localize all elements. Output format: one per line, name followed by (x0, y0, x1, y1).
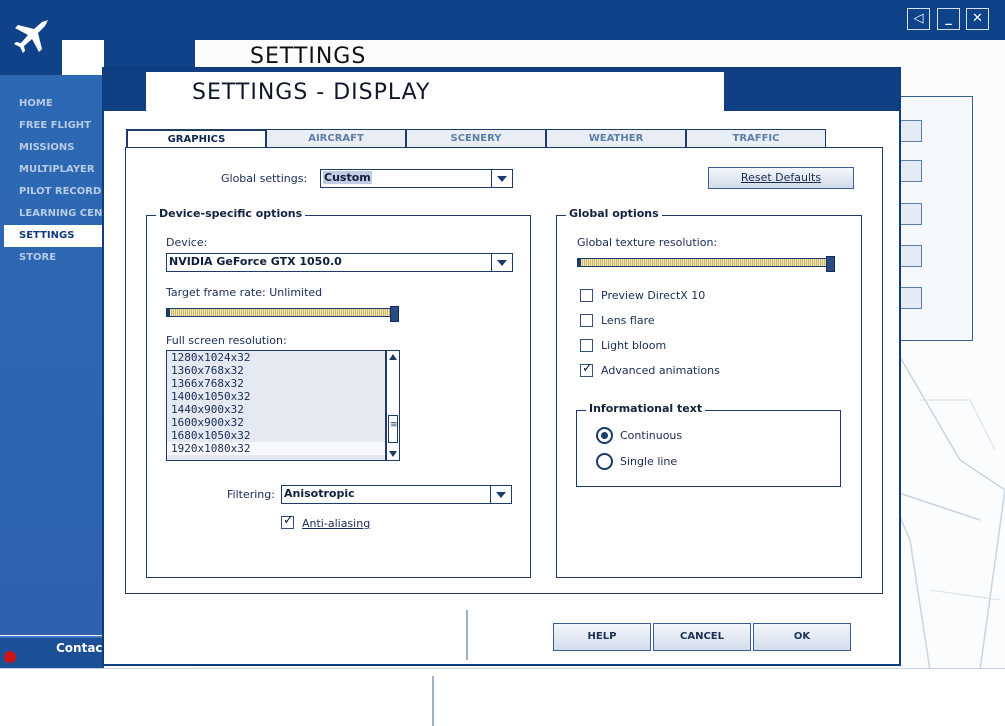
sidebar-item-multiplayer[interactable]: MULTIPLAYER (0, 159, 104, 181)
global-settings-select[interactable]: Custom (320, 169, 513, 188)
tab-scenery[interactable]: SCENERY (406, 129, 546, 148)
preview-directx10-label[interactable]: Preview DirectX 10 (601, 289, 705, 302)
list-item[interactable]: 1366x768x32 (167, 377, 385, 390)
lens-flare-label[interactable]: Lens flare (601, 314, 655, 327)
device-select[interactable]: NVIDIA GeForce GTX 1050.0 (166, 253, 513, 272)
divider (466, 610, 468, 660)
informational-text-title: Informational text (586, 402, 706, 415)
chevron-down-icon[interactable] (491, 170, 512, 187)
sidebar-item-store[interactable]: STORE (0, 247, 104, 269)
global-group-title: Global options (566, 207, 662, 220)
scrollbar-thumb[interactable] (388, 415, 398, 443)
contact-bar[interactable]: Contact (0, 636, 108, 670)
airplane-icon (14, 20, 48, 53)
app-title-bar (0, 0, 1005, 40)
sound-button[interactable]: ◁ (907, 8, 930, 30)
checkmark-icon: ✓ (582, 361, 593, 376)
slider-thumb[interactable] (826, 256, 835, 272)
dialog-header: SETTINGS - DISPLAY (104, 69, 899, 111)
dialog-title-box: SETTINGS - DISPLAY (146, 72, 724, 111)
reset-defaults-button[interactable]: Reset Defaults (708, 167, 854, 189)
tab-aircraft[interactable]: AIRCRAFT (266, 129, 406, 148)
background-panel-button (898, 203, 922, 225)
device-group-title: Device-specific options (156, 207, 306, 220)
sidebar-item-home[interactable]: HOME (0, 93, 104, 115)
full-screen-resolution-label: Full screen resolution: (166, 334, 287, 347)
cancel-button[interactable]: CANCEL (653, 623, 751, 651)
list-item[interactable]: 1440x900x32 (167, 403, 385, 416)
app-logo (0, 0, 62, 75)
single-line-label[interactable]: Single line (620, 455, 677, 468)
scroll-up-icon[interactable] (389, 354, 397, 360)
filtering-value: Anisotropic (284, 487, 355, 500)
anti-aliasing-label[interactable]: Anti-aliasing (302, 517, 370, 530)
list-item[interactable]: 1680x1050x32 (167, 429, 385, 442)
sidebar-item-missions[interactable]: MISSIONS (0, 137, 104, 159)
texture-resolution-slider[interactable] (577, 256, 835, 272)
close-button[interactable]: ✕ (966, 8, 989, 30)
global-settings-value: Custom (323, 171, 372, 184)
list-item[interactable]: 1280x1024x32 (167, 351, 385, 364)
global-settings-label: Global settings: (221, 172, 308, 185)
device-label: Device: (166, 236, 208, 249)
advanced-animations-label[interactable]: Advanced animations (601, 364, 720, 377)
device-value: NVIDIA GeForce GTX 1050.0 (169, 255, 342, 268)
tab-traffic[interactable]: TRAFFIC (686, 129, 826, 148)
background-panel-button (898, 287, 922, 309)
tab-graphics[interactable]: GRAPHICS (126, 129, 266, 149)
radio-dot-icon (601, 432, 608, 439)
tab-weather[interactable]: WEATHER (546, 129, 686, 148)
checkmark-icon: ✓ (283, 513, 294, 528)
background-page-title: SETTINGS (250, 44, 367, 69)
speaker-icon: ◁ (913, 11, 924, 26)
target-frame-rate-label: Target frame rate: Unlimited (166, 286, 323, 299)
status-dot-icon (4, 651, 16, 663)
light-bloom-checkbox[interactable] (580, 339, 593, 352)
advanced-animations-checkbox[interactable]: ✓ (580, 361, 593, 377)
single-line-radio[interactable] (596, 453, 613, 470)
ok-button[interactable]: OK (753, 623, 851, 651)
dialog-title: SETTINGS - DISPLAY (192, 80, 431, 105)
slider-track[interactable] (166, 308, 399, 317)
list-item[interactable]: 1400x1050x32 (167, 390, 385, 403)
list-item-selected[interactable]: 1920x1080x32 (167, 442, 385, 455)
light-bloom-label[interactable]: Light bloom (601, 339, 666, 352)
sidebar-item-learning-center[interactable]: LEARNING CENTER (0, 203, 104, 225)
continuous-label[interactable]: Continuous (620, 429, 682, 442)
list-item[interactable]: 1600x900x32 (167, 416, 385, 429)
chevron-down-icon[interactable] (491, 254, 512, 271)
slider-track[interactable] (577, 258, 835, 267)
slider-thumb[interactable] (390, 306, 399, 322)
target-frame-rate-slider[interactable] (166, 306, 399, 322)
background-panel-button (898, 160, 922, 182)
scroll-down-icon[interactable] (389, 451, 397, 457)
preview-directx10-checkbox[interactable] (580, 289, 593, 302)
lens-flare-checkbox[interactable] (580, 314, 593, 327)
contact-label: Contact (56, 641, 109, 655)
background-panel-button (898, 120, 922, 142)
anti-aliasing-checkbox[interactable]: ✓ (281, 513, 294, 529)
global-texture-resolution-label: Global texture resolution: (577, 236, 718, 249)
help-button[interactable]: HELP (553, 623, 651, 651)
continuous-radio[interactable] (596, 427, 613, 444)
divider (432, 676, 434, 726)
sidebar-item-settings[interactable]: SETTINGS (4, 225, 104, 247)
chevron-down-icon[interactable] (490, 486, 511, 503)
close-icon: ✕ (972, 11, 983, 26)
background-panel-button (898, 245, 922, 267)
sidebar-nav: HOME FREE FLIGHT MISSIONS MULTIPLAYER PI… (0, 93, 104, 269)
filtering-select[interactable]: Anisotropic (281, 485, 512, 504)
resolution-list[interactable]: 1280x1024x32 1360x768x32 1366x768x32 140… (166, 350, 386, 461)
background-footer (0, 668, 1005, 726)
filtering-label: Filtering: (227, 488, 275, 501)
informational-text-group (576, 410, 841, 487)
sidebar-item-free-flight[interactable]: FREE FLIGHT (0, 115, 104, 137)
sidebar-item-pilot-records[interactable]: PILOT RECORDS (0, 181, 104, 203)
resolution-scrollbar[interactable] (386, 350, 400, 461)
minimize-icon: _ (945, 11, 952, 26)
list-item[interactable]: 1360x768x32 (167, 364, 385, 377)
minimize-button[interactable]: _ (937, 8, 960, 30)
